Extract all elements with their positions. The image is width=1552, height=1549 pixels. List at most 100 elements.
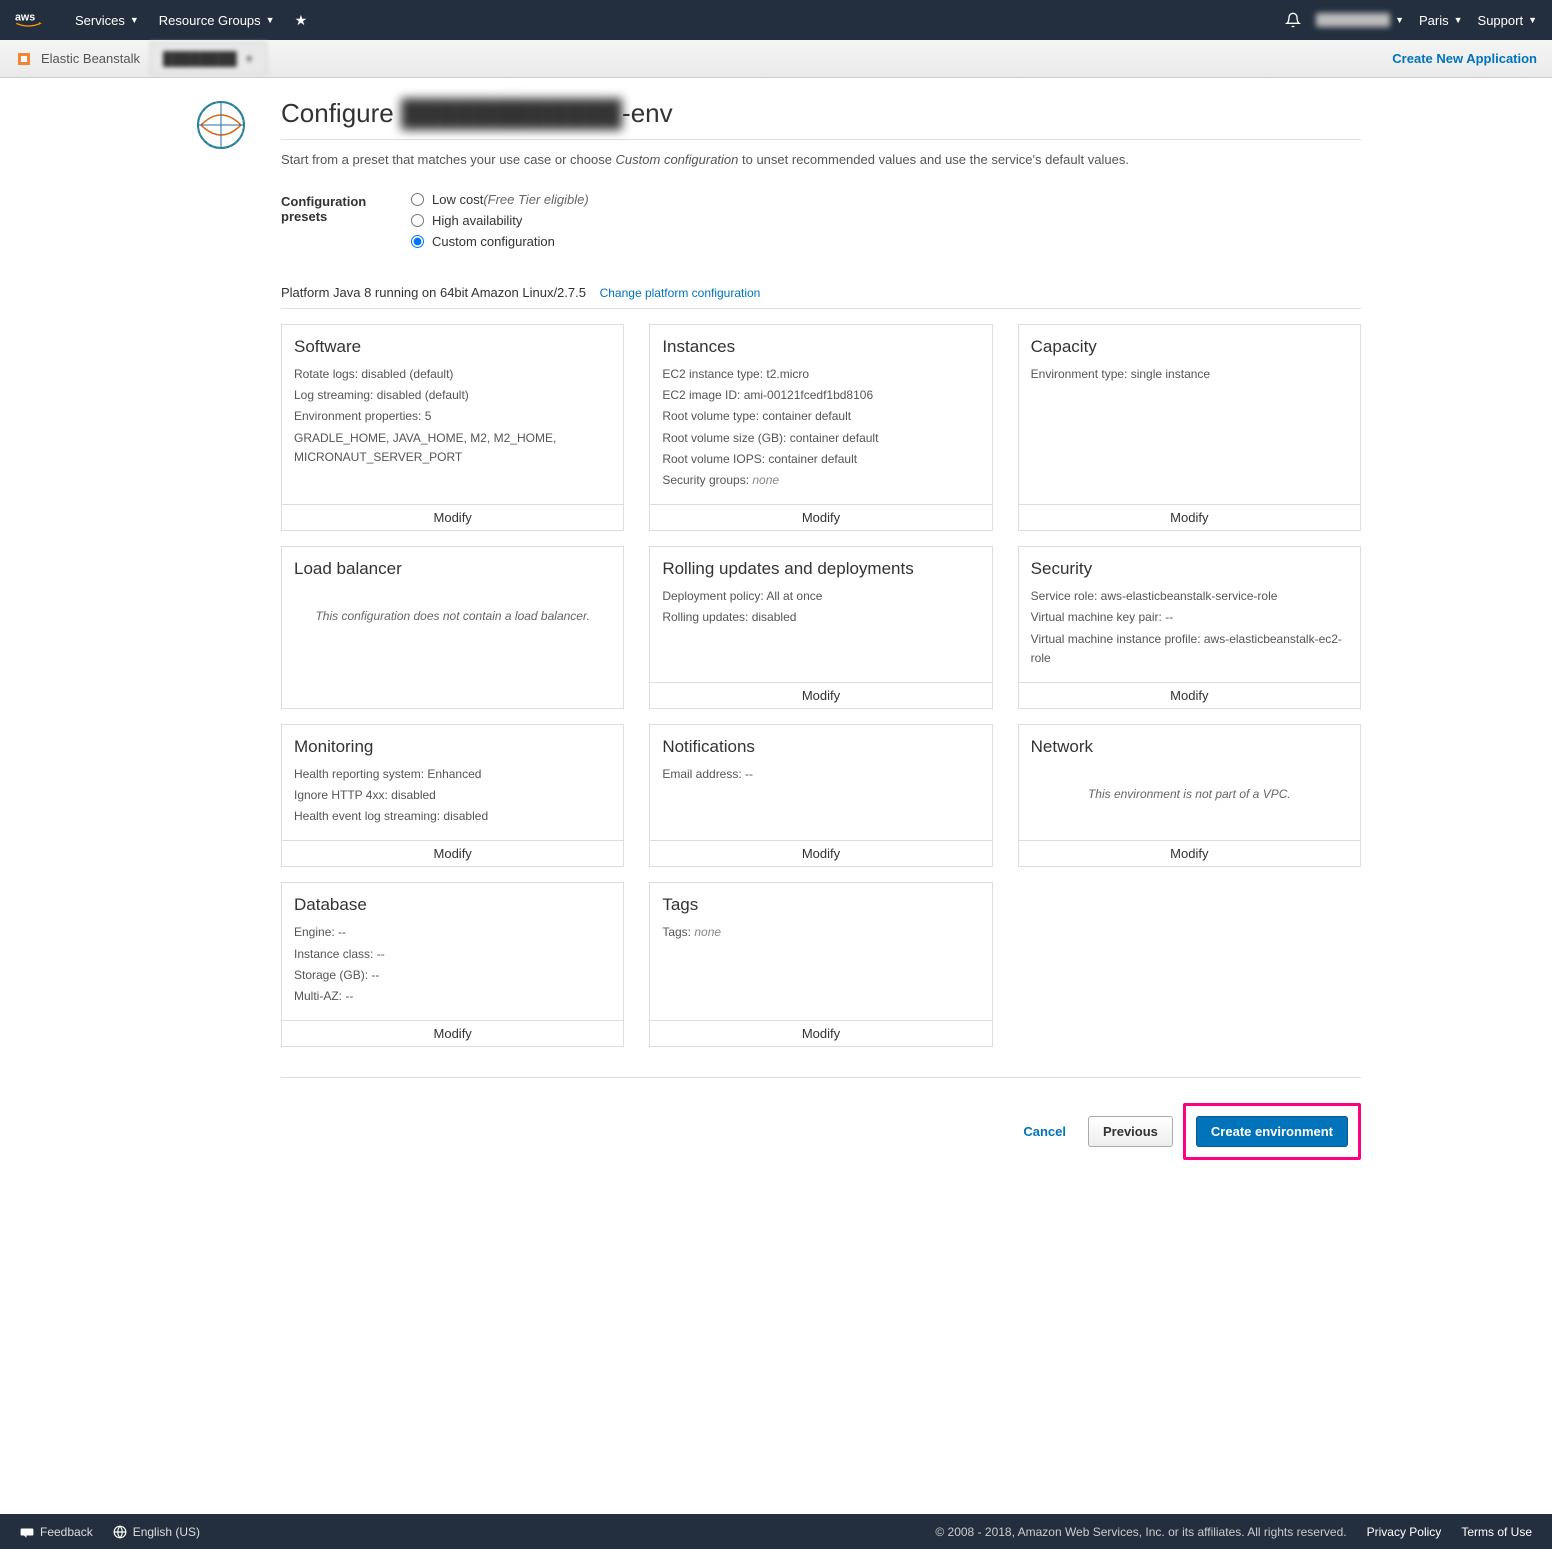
card-software-modify[interactable]: Modify xyxy=(282,504,623,530)
card-capacity-modify[interactable]: Modify xyxy=(1019,504,1360,530)
nav-region[interactable]: Paris ▼ xyxy=(1419,13,1463,28)
card-notifications: Notifications Email address: -- Modify xyxy=(649,724,992,868)
title-app-name: ████████████ xyxy=(401,98,622,128)
footer-terms-link[interactable]: Terms of Use xyxy=(1461,1525,1532,1539)
caret-down-icon: ▼ xyxy=(1454,15,1463,25)
preset-custom-radio[interactable] xyxy=(411,235,424,248)
rolling-policy: Deployment policy: All at once xyxy=(662,587,979,606)
notifications-icon[interactable] xyxy=(1285,12,1301,28)
sub-nav: Elastic Beanstalk ████████ ▼ Create New … xyxy=(0,40,1552,78)
preset-custom[interactable]: Custom configuration xyxy=(411,234,589,249)
title-divider xyxy=(281,139,1361,140)
breadcrumb-app-label: ████████ xyxy=(163,51,237,66)
monitoring-ignore: Ignore HTTP 4xx: disabled xyxy=(294,786,611,805)
platform-text: Platform Java 8 running on 64bit Amazon … xyxy=(281,285,586,300)
database-storage: Storage (GB): -- xyxy=(294,966,611,985)
caret-down-icon: ▼ xyxy=(130,15,139,25)
software-rotate: Rotate logs: disabled (default) xyxy=(294,365,611,384)
card-software-body: Rotate logs: disabled (default) Log stre… xyxy=(282,365,623,504)
nav-account[interactable]: ████████ ▼ xyxy=(1316,13,1404,27)
software-envprops: Environment properties: 5 xyxy=(294,407,611,426)
configuration-presets: Configuration presets Low cost (Free Tie… xyxy=(281,192,1361,255)
nav-account-label: ████████ xyxy=(1316,13,1390,27)
instances-root-size: Root volume size (GB): container default xyxy=(662,429,979,448)
preset-low-cost-label: Low cost xyxy=(432,192,483,207)
footer-language[interactable]: English (US) xyxy=(113,1525,200,1539)
preset-low-cost-radio[interactable] xyxy=(411,193,424,206)
preset-high-availability-radio[interactable] xyxy=(411,214,424,227)
breadcrumb-app-dropdown[interactable]: ████████ ▼ xyxy=(150,42,267,75)
card-security: Security Service role: aws-elasticbeanst… xyxy=(1018,546,1361,709)
nav-resource-groups[interactable]: Resource Groups ▼ xyxy=(159,13,275,28)
card-security-title: Security xyxy=(1019,547,1360,587)
database-multiaz: Multi-AZ: -- xyxy=(294,987,611,1006)
card-network: Network This environment is not part of … xyxy=(1018,724,1361,868)
footer-feedback[interactable]: Feedback xyxy=(20,1525,93,1539)
tags-val: none xyxy=(694,925,721,939)
nav-support[interactable]: Support ▼ xyxy=(1478,13,1537,28)
tags-label: Tags: xyxy=(662,925,694,939)
card-network-title: Network xyxy=(1019,725,1360,765)
notifications-email: Email address: -- xyxy=(662,765,979,784)
security-profile: Virtual machine instance profile: aws-el… xyxy=(1031,630,1348,668)
caret-down-icon: ▼ xyxy=(1395,15,1404,25)
card-instances-modify[interactable]: Modify xyxy=(650,504,991,530)
create-environment-button[interactable]: Create environment xyxy=(1196,1116,1348,1147)
aws-logo[interactable]: aws xyxy=(15,10,55,30)
preset-low-cost[interactable]: Low cost (Free Tier eligible) xyxy=(411,192,589,207)
caret-down-icon: ▼ xyxy=(245,54,254,64)
nav-services[interactable]: Services ▼ xyxy=(75,13,139,28)
card-monitoring-body: Health reporting system: Enhanced Ignore… xyxy=(282,765,623,841)
page-title: Configure ████████████-env xyxy=(281,98,1361,129)
card-database-modify[interactable]: Modify xyxy=(282,1020,623,1046)
footer-feedback-label: Feedback xyxy=(40,1525,93,1539)
card-capacity-title: Capacity xyxy=(1019,325,1360,365)
software-envprops-list: GRADLE_HOME, JAVA_HOME, M2, M2_HOME, MIC… xyxy=(294,429,611,467)
card-instances: Instances EC2 instance type: t2.micro EC… xyxy=(649,324,992,531)
card-rolling-modify[interactable]: Modify xyxy=(650,682,991,708)
card-tags-body: Tags: none xyxy=(650,923,991,1020)
bottom-actions: Cancel Previous Create environment xyxy=(281,1077,1361,1160)
preset-high-availability[interactable]: High availability xyxy=(411,213,589,228)
card-load-balancer: Load balancer This configuration does no… xyxy=(281,546,624,709)
software-logstream: Log streaming: disabled (default) xyxy=(294,386,611,405)
beanstalk-icon xyxy=(15,50,33,68)
card-database-title: Database xyxy=(282,883,623,923)
card-monitoring: Monitoring Health reporting system: Enha… xyxy=(281,724,624,868)
card-database-body: Engine: -- Instance class: -- Storage (G… xyxy=(282,923,623,1020)
card-capacity: Capacity Environment type: single instan… xyxy=(1018,324,1361,531)
footer: Feedback English (US) © 2008 - 2018, Ama… xyxy=(0,1514,1552,1549)
card-notifications-title: Notifications xyxy=(650,725,991,765)
database-class: Instance class: -- xyxy=(294,945,611,964)
card-monitoring-modify[interactable]: Modify xyxy=(282,840,623,866)
card-security-modify[interactable]: Modify xyxy=(1019,682,1360,708)
create-button-highlight: Create environment xyxy=(1183,1103,1361,1160)
pin-icon[interactable]: ★ xyxy=(295,12,308,29)
card-network-modify[interactable]: Modify xyxy=(1019,840,1360,866)
card-lb-body: This configuration does not contain a lo… xyxy=(282,587,623,708)
nav-region-label: Paris xyxy=(1419,13,1449,28)
title-suffix: -env xyxy=(622,98,673,128)
card-instances-title: Instances xyxy=(650,325,991,365)
speech-bubble-icon xyxy=(20,1525,34,1539)
card-tags-modify[interactable]: Modify xyxy=(650,1020,991,1046)
rolling-updates: Rolling updates: disabled xyxy=(662,608,979,627)
page-description: Start from a preset that matches your us… xyxy=(281,152,1361,167)
instances-type: EC2 instance type: t2.micro xyxy=(662,365,979,384)
caret-down-icon: ▼ xyxy=(266,15,275,25)
card-monitoring-title: Monitoring xyxy=(282,725,623,765)
capacity-envtype: Environment type: single instance xyxy=(1031,365,1348,384)
globe-icon xyxy=(113,1525,127,1539)
change-platform-link[interactable]: Change platform configuration xyxy=(600,286,761,300)
presets-label: Configuration presets xyxy=(281,192,411,255)
card-software: Software Rotate logs: disabled (default)… xyxy=(281,324,624,531)
nav-services-label: Services xyxy=(75,13,125,28)
create-new-application-link[interactable]: Create New Application xyxy=(1392,51,1537,66)
footer-privacy-link[interactable]: Privacy Policy xyxy=(1367,1525,1442,1539)
cancel-button[interactable]: Cancel xyxy=(1011,1116,1078,1147)
tags-row: Tags: none xyxy=(662,923,979,942)
breadcrumb-service[interactable]: Elastic Beanstalk xyxy=(41,51,140,66)
card-notifications-modify[interactable]: Modify xyxy=(650,840,991,866)
preset-low-cost-note: (Free Tier eligible) xyxy=(483,192,588,207)
previous-button[interactable]: Previous xyxy=(1088,1116,1173,1147)
